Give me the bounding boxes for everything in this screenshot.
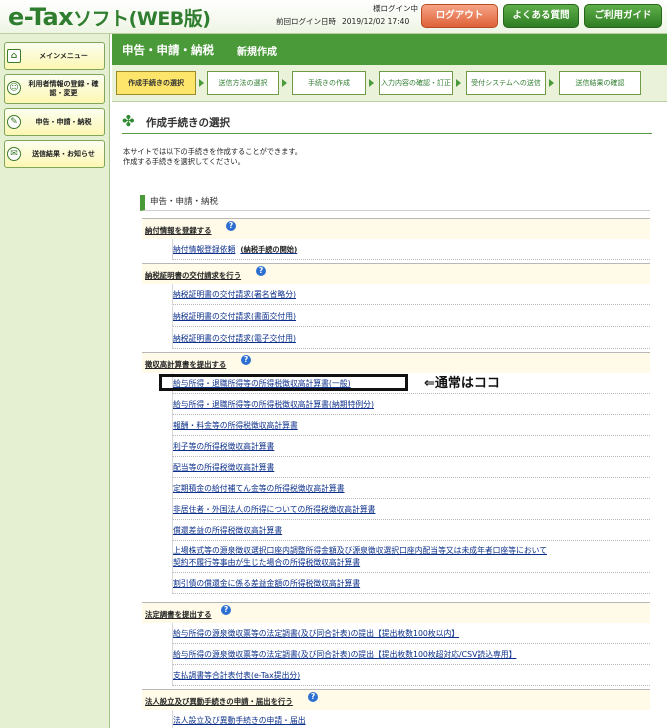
- procedure-row: 納税証明書の交付請求(電子交付用): [172, 328, 650, 349]
- step-arrow-icon: [282, 79, 287, 87]
- procedure-row: 報酬・料金等の所得税徴収高計算書: [172, 415, 650, 436]
- procedure-row: 給与所得の源泉徴収票等の法定調書(及び同合計表)の提出【提出枚数100枚以内】: [172, 623, 650, 644]
- document-icon: ✎: [7, 115, 21, 129]
- group-title[interactable]: 徴収高計算書を提出する: [145, 359, 226, 370]
- category-heading: 申告・申請・納税: [140, 195, 650, 211]
- user-icon: ☺: [7, 81, 21, 95]
- group-title[interactable]: 納付情報を登録する: [145, 225, 212, 236]
- procedure-row: 割引債の償還金に係る差益金額の所得税徴収高計算書: [172, 573, 650, 594]
- procedure-group-corporation: 法人設立及び異動手続きの申請・届出を行う ? 法人設立及び異動手続きの申請・届出: [142, 689, 650, 728]
- procedure-link[interactable]: 定期積金の給付補てん金等の所得税徴収高計算書: [173, 483, 345, 494]
- highlight-box: [159, 374, 408, 391]
- group-header: 法定調書を提出する ?: [142, 603, 650, 623]
- step-result: 送信結果の確認: [559, 71, 641, 95]
- procedure-link[interactable]: 上場株式等の源泉徴収選択口座内調整所得金額及び源泉徴収選択口座内配当等又は未成年…: [173, 545, 547, 556]
- procedure-link[interactable]: 非居住者・外国法人の所得についての所得税徴収高計算書: [173, 504, 375, 515]
- sidebar-item-label: 送信結果・お知らせ: [32, 149, 95, 158]
- procedure-link[interactable]: 納付情報登録依頼 (納税手続の開始): [173, 244, 297, 255]
- procedure-link[interactable]: 納税証明書の交付請求(電子交付用): [173, 333, 296, 344]
- group-header: 納付情報を登録する ?: [142, 219, 650, 239]
- login-user: 様ログイン中: [373, 4, 418, 13]
- group-header: 納税証明書の交付請求を行う ?: [142, 264, 650, 284]
- last-login: 前回ログイン日時 2019/12/02 17:40: [276, 17, 410, 26]
- help-icon[interactable]: ?: [226, 221, 236, 231]
- procedure-row: 定期積金の給付補てん金等の所得税徴収高計算書: [172, 478, 650, 499]
- procedure-link[interactable]: 契約不履行等事由が生じた場合の所得税徴収高計算書: [173, 557, 360, 568]
- sidebar-item-label: メインメニュー: [39, 51, 88, 60]
- sidebar: ⌂ メインメニュー ☺ 利用者情報の登録・確認・変更 ✎ 申告・申請・納税 ✉ …: [0, 34, 110, 728]
- clover-icon: ✤: [122, 112, 135, 130]
- procedure-link[interactable]: 割引債の償還金に係る差益金額の所得税徴収高計算書: [173, 578, 360, 589]
- section-title: 作成手続きの選択: [146, 117, 230, 129]
- page-title-bar: 申告・申請・納税 新規作成: [112, 34, 667, 65]
- description-text: 作成する手続きを選択してください。: [123, 157, 245, 166]
- sidebar-item-results[interactable]: ✉ 送信結果・お知らせ: [4, 140, 105, 168]
- app-header: e-Taxソフト(WEB版) 様ログイン中 前回ログイン日時 2019/12/02…: [0, 0, 667, 34]
- sidebar-item-declaration[interactable]: ✎ 申告・申請・納税: [4, 108, 105, 136]
- main-content: ✤ 作成手続きの選択 本サイトでは以下の手続きを作成することができます。 作成す…: [112, 102, 667, 728]
- procedure-row: 支払調書等合計表付表(e-Tax提出分): [172, 665, 650, 686]
- progress-steps: 作成手続きの選択 送信方法の選択 手続きの作成 入力内容の確認・訂正 受付システ…: [112, 65, 667, 102]
- help-icon[interactable]: ?: [241, 355, 251, 365]
- home-icon: ⌂: [7, 49, 21, 63]
- sidebar-item-label: 申告・申請・納税: [35, 117, 92, 126]
- step-select-method: 送信方法の選択: [207, 71, 279, 95]
- procedure-group-payment: 納付情報を登録する ? 納付情報登録依頼 (納税手続の開始): [142, 218, 650, 262]
- procedure-row: 納税証明書の交付請求(署名省略分): [172, 284, 650, 305]
- etax-logo: e-Taxソフト(WEB版): [8, 3, 211, 31]
- procedure-row: 利子等の所得税徴収高計算書: [172, 436, 650, 457]
- procedure-link[interactable]: 支払調書等合計表付表(e-Tax提出分): [173, 670, 300, 681]
- group-title[interactable]: 法定調書を提出する: [145, 609, 212, 620]
- step-arrow-icon: [369, 79, 374, 87]
- sidebar-item-main-menu[interactable]: ⌂ メインメニュー: [4, 42, 105, 70]
- procedure-link[interactable]: 給与所得の源泉徴収票等の法定調書(及び同合計表)の提出【提出枚数100枚超対応/…: [173, 649, 516, 660]
- sidebar-item-user-info[interactable]: ☺ 利用者情報の登録・確認・変更: [4, 74, 105, 104]
- help-icon[interactable]: ?: [256, 266, 266, 276]
- procedure-row: 配当等の所得税徴収高計算書: [172, 457, 650, 478]
- procedure-row: 償還差益の所得税徴収高計算書: [172, 520, 650, 541]
- procedure-row: 納税証明書の交付請求(書面交付用): [172, 306, 650, 327]
- help-icon[interactable]: ?: [308, 692, 318, 702]
- sidebar-item-label: 利用者情報の登録・確認・変更: [28, 80, 99, 97]
- group-header: 法人設立及び異動手続きの申請・届出を行う ?: [142, 690, 650, 710]
- procedure-row: 非居住者・外国法人の所得についての所得税徴収高計算書: [172, 499, 650, 520]
- page-subtitle: 新規作成: [237, 47, 277, 58]
- procedure-link[interactable]: 納税証明書の交付請求(署名省略分): [173, 289, 296, 300]
- procedure-row: 納付情報登録依頼 (納税手続の開始): [172, 239, 650, 260]
- step-select-procedure: 作成手続きの選択: [116, 71, 196, 95]
- procedure-row: 給与所得の源泉徴収票等の法定調書(及び同合計表)の提出【提出枚数100枚超対応/…: [172, 644, 650, 665]
- procedure-link[interactable]: 給与所得・退職所得等の所得税徴収高計算書(納期特例分): [173, 399, 374, 410]
- step-arrow-icon: [549, 79, 554, 87]
- section-header: ✤ 作成手続きの選択: [122, 112, 652, 134]
- step-confirm: 入力内容の確認・訂正: [379, 71, 453, 95]
- callout-annotation: ⇐通常はココ: [424, 376, 500, 391]
- step-create: 手続きの作成: [292, 71, 366, 95]
- procedure-group-statutory: 法定調書を提出する ? 給与所得の源泉徴収票等の法定調書(及び同合計表)の提出【…: [142, 602, 650, 688]
- procedure-row: 法人設立及び異動手続きの申請・届出: [172, 710, 650, 728]
- group-title[interactable]: 法人設立及び異動手続きの申請・届出を行う: [145, 696, 293, 707]
- description-text: 本サイトでは以下の手続きを作成することができます。: [123, 147, 302, 156]
- procedure-link[interactable]: 報酬・料金等の所得税徴収高計算書: [173, 420, 298, 431]
- faq-button[interactable]: よくある質問: [503, 4, 579, 28]
- step-arrow-icon: [199, 79, 204, 87]
- procedure-link[interactable]: 配当等の所得税徴収高計算書: [173, 462, 274, 473]
- page-title: 申告・申請・納税: [122, 43, 214, 57]
- step-arrow-icon: [456, 79, 461, 87]
- user-guide-button[interactable]: ご利用ガイド: [584, 4, 662, 28]
- mail-icon: ✉: [7, 147, 21, 161]
- procedure-link[interactable]: 利子等の所得税徴収高計算書: [173, 441, 274, 452]
- procedure-row: 上場株式等の源泉徴収選択口座内調整所得金額及び源泉徴収選択口座内配当等又は未成年…: [172, 541, 650, 573]
- procedure-group-tax-certificate: 納税証明書の交付請求を行う ? 納税証明書の交付請求(署名省略分) 納税証明書の…: [142, 263, 650, 350]
- step-send: 受付システムへの送信: [466, 71, 546, 95]
- logout-button[interactable]: ログアウト: [421, 4, 498, 28]
- procedure-link[interactable]: 法人設立及び異動手続きの申請・届出: [173, 715, 306, 726]
- procedure-row: 給与所得・退職所得等の所得税徴収高計算書(納期特例分): [172, 394, 650, 415]
- procedure-link[interactable]: 償還差益の所得税徴収高計算書: [173, 525, 282, 536]
- procedure-link[interactable]: 納税証明書の交付請求(書面交付用): [173, 311, 296, 322]
- group-title[interactable]: 納税証明書の交付請求を行う: [145, 270, 241, 281]
- group-header: 徴収高計算書を提出する ?: [142, 353, 650, 373]
- help-icon[interactable]: ?: [221, 605, 231, 615]
- procedure-link[interactable]: 給与所得の源泉徴収票等の法定調書(及び同合計表)の提出【提出枚数100枚以内】: [173, 628, 459, 639]
